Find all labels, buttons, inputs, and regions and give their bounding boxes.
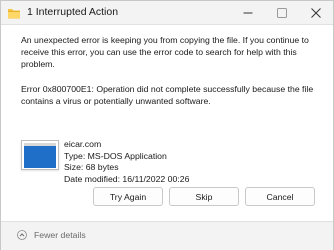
file-date-modified: Date modified: 16/11/2022 00:26 [64, 173, 190, 184]
chevron-up-icon [17, 230, 27, 240]
maximize-icon [277, 8, 287, 18]
explorer-folder-icon [8, 9, 20, 19]
minimize-button[interactable] [231, 1, 265, 25]
skip-button[interactable]: Skip [169, 187, 239, 206]
error-code-text: Error 0x800700E1: Operation did not comp… [21, 84, 314, 106]
cancel-button[interactable]: Cancel [245, 187, 315, 206]
interrupted-action-dialog: 1 Interrupted Action An unexpected error… [0, 0, 334, 250]
file-size: Size: 68 bytes [64, 162, 119, 173]
close-button[interactable] [299, 1, 333, 25]
fewer-details-toggle[interactable]: Fewer details [17, 230, 86, 240]
file-name: eicar.com [64, 139, 102, 149]
application-file-icon [21, 140, 59, 170]
file-details: eicar.com Type: MS-DOS Application Size:… [64, 139, 189, 185]
title-bar[interactable]: 1 Interrupted Action [1, 1, 333, 25]
try-again-button[interactable]: Try Again [93, 187, 163, 206]
file-type: Type: MS-DOS Application [64, 150, 167, 161]
minimize-icon [243, 12, 253, 14]
window-title: 1 Interrupted Action [27, 6, 119, 18]
error-message: An unexpected error is keeping you from … [21, 35, 309, 69]
fewer-details-label: Fewer details [34, 230, 86, 240]
maximize-button[interactable] [265, 1, 299, 25]
dialog-footer: Fewer details [1, 221, 333, 250]
close-icon [311, 8, 321, 18]
